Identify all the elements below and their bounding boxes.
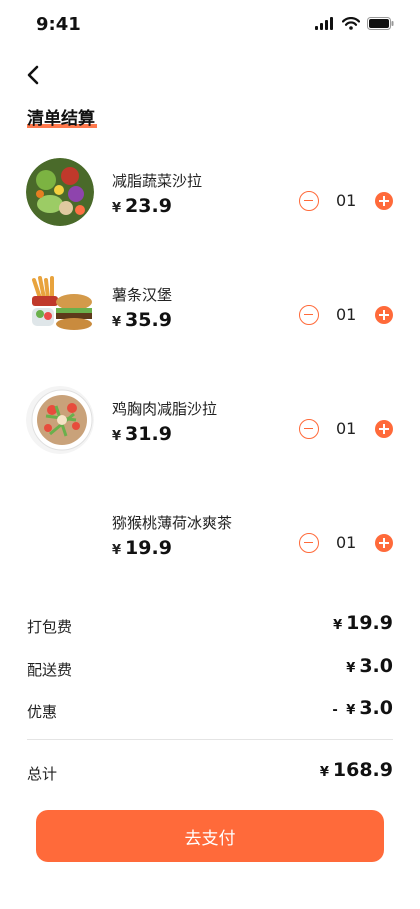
decrease-quantity-button[interactable] [299, 191, 319, 211]
chevron-left-icon [27, 65, 39, 85]
item-price-value: 23.9 [125, 195, 172, 217]
status-bar: 9:41 [0, 0, 420, 48]
cart-item-fries-burger: 薯条汉堡 ¥ 35.9 01 [0, 272, 420, 362]
currency-symbol: ¥ [346, 661, 356, 676]
discount-minus-sign: - [332, 703, 343, 718]
currency-symbol: ¥ [346, 703, 356, 718]
item-price: ¥ 31.9 [112, 423, 172, 445]
fries-burger-image [26, 272, 94, 340]
packing-fee-value: ¥ 19.9 [333, 612, 393, 634]
item-price: ¥ 35.9 [112, 309, 172, 331]
total-row: 总计 ¥ 168.9 [0, 759, 420, 787]
item-price-value: 35.9 [125, 309, 172, 331]
item-price-value: 19.9 [125, 537, 172, 559]
delivery-fee-value: ¥ 3.0 [346, 655, 393, 677]
page-title: 清单结算 [27, 109, 95, 129]
item-name: 猕猴桃薄荷冰爽茶 [112, 514, 233, 532]
total-label: 总计 [27, 765, 58, 783]
increase-quantity-button[interactable] [375, 306, 393, 324]
increase-quantity-button[interactable] [375, 420, 393, 438]
increase-quantity-button[interactable] [375, 534, 393, 552]
item-name: 减脂蔬菜沙拉 [112, 172, 203, 190]
currency-symbol: ¥ [112, 429, 122, 444]
discount-value: - ¥ 3.0 [332, 697, 393, 719]
decrease-quantity-button[interactable] [299, 419, 319, 439]
battery-icon [367, 17, 394, 30]
delivery-fee-row: 配送费 ¥ 3.0 [0, 655, 420, 683]
cart-item-chicken-salad: 鸡胸肉减脂沙拉 ¥ 31.9 01 [0, 386, 420, 476]
packing-fee-label: 打包费 [27, 618, 73, 636]
total-value: ¥ 168.9 [320, 759, 393, 781]
cart-item-veggie-salad: 减脂蔬菜沙拉 ¥ 23.9 01 [0, 158, 420, 248]
packing-fee-amount: 19.9 [346, 612, 393, 634]
currency-symbol: ¥ [112, 201, 122, 216]
decrease-quantity-button[interactable] [299, 305, 319, 325]
pay-button[interactable]: 去支付 [36, 810, 384, 862]
increase-quantity-button[interactable] [375, 192, 393, 210]
item-quantity: 01 [336, 191, 357, 210]
currency-symbol: ¥ [112, 543, 122, 558]
veggie-salad-image [26, 158, 94, 226]
chicken-salad-image [26, 386, 94, 454]
status-time: 9:41 [36, 14, 81, 35]
discount-row: 优惠 - ¥ 3.0 [0, 697, 420, 725]
delivery-fee-label: 配送费 [27, 661, 73, 679]
item-quantity: 01 [336, 419, 357, 438]
currency-symbol: ¥ [112, 315, 122, 330]
item-price: ¥ 23.9 [112, 195, 172, 217]
cart-item-kiwi-mint-tea: 猕猴桃薄荷冰爽茶 ¥ 19.9 01 [0, 500, 420, 590]
item-quantity: 01 [336, 533, 357, 552]
item-price-value: 31.9 [125, 423, 172, 445]
packing-fee-row: 打包费 ¥ 19.9 [0, 612, 420, 640]
discount-amount: 3.0 [359, 697, 393, 719]
currency-symbol: ¥ [333, 618, 343, 633]
summary-divider [27, 739, 393, 740]
currency-symbol: ¥ [319, 765, 329, 780]
decrease-quantity-button[interactable] [299, 533, 319, 553]
item-name: 薯条汉堡 [112, 286, 173, 304]
wifi-icon [342, 17, 360, 30]
item-price: ¥ 19.9 [112, 537, 172, 559]
delivery-fee-amount: 3.0 [359, 655, 393, 677]
item-name: 鸡胸肉减脂沙拉 [112, 400, 218, 418]
item-quantity: 01 [336, 305, 357, 324]
signal-icon [315, 17, 333, 30]
status-icons [315, 17, 394, 30]
back-button[interactable] [22, 62, 48, 88]
discount-label: 优惠 [27, 703, 58, 721]
total-amount: 168.9 [332, 759, 393, 781]
